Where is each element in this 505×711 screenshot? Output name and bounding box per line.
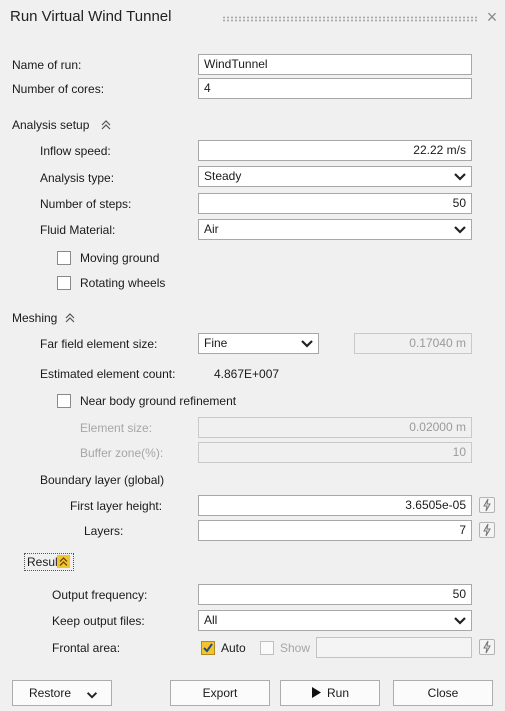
- fluid-material-select[interactable]: Air: [198, 219, 472, 240]
- lightning-icon[interactable]: [479, 497, 495, 513]
- run-name-label: Name of run:: [12, 58, 82, 72]
- boundary-layer-label: Boundary layer (global): [40, 473, 165, 487]
- layers-label: Layers:: [84, 524, 124, 538]
- far-field-value: Fine: [204, 336, 228, 350]
- fluid-material-label: Fluid Material:: [40, 223, 116, 237]
- first-layer-input[interactable]: 3.6505e-05: [198, 495, 472, 516]
- close-button[interactable]: Close: [393, 680, 493, 706]
- estimated-count-value: 4.867E+007: [214, 367, 280, 381]
- analysis-type-select[interactable]: Steady: [198, 166, 472, 187]
- auto-label: Auto: [221, 641, 246, 655]
- analysis-section-label: Analysis setup: [12, 118, 90, 132]
- collapse-up-icon[interactable]: [100, 119, 112, 131]
- cores-input[interactable]: 4: [198, 78, 472, 99]
- restore-button[interactable]: Restore: [12, 680, 112, 706]
- close-button-label: Close: [427, 686, 459, 700]
- run-button-label: Run: [326, 686, 349, 700]
- steps-input[interactable]: 50: [198, 193, 472, 214]
- run-button[interactable]: Run: [280, 680, 380, 706]
- keep-files-value: All: [204, 613, 218, 627]
- near-body-label: Near body ground refinement: [80, 394, 237, 408]
- export-button[interactable]: Export: [170, 680, 270, 706]
- element-size-label: Element size:: [80, 421, 153, 435]
- drag-grip[interactable]: [222, 16, 477, 22]
- far-field-select[interactable]: Fine: [198, 333, 319, 354]
- layers-input[interactable]: 7: [198, 520, 472, 541]
- lightning-icon[interactable]: [479, 639, 495, 655]
- estimated-count-label: Estimated element count:: [40, 367, 176, 381]
- output-frequency-input[interactable]: 50: [198, 584, 472, 605]
- collapse-up-icon[interactable]: [57, 555, 70, 568]
- buffer-zone-field: 10: [198, 442, 472, 463]
- close-icon[interactable]: ×: [482, 7, 502, 27]
- analysis-type-label: Analysis type:: [40, 171, 115, 185]
- dropdown-arrow-icon[interactable]: [452, 613, 468, 628]
- keep-files-select[interactable]: All: [198, 610, 472, 631]
- far-field-label: Far field element size:: [40, 337, 158, 351]
- steps-label: Number of steps:: [40, 197, 132, 211]
- rotating-wheels-checkbox[interactable]: [57, 276, 71, 290]
- cores-label: Number of cores:: [12, 82, 105, 96]
- dropdown-arrow-icon[interactable]: [452, 222, 468, 237]
- auto-checkbox[interactable]: [201, 641, 215, 655]
- meshing-section-label: Meshing: [12, 311, 58, 325]
- dropdown-arrow-icon: [85, 686, 99, 710]
- far-field-size-field: 0.17040 m: [354, 333, 472, 354]
- frontal-area-label: Frontal area:: [52, 641, 121, 655]
- play-icon: [311, 682, 321, 706]
- element-size-field: 0.02000 m: [198, 417, 472, 438]
- buffer-zone-label: Buffer zone(%):: [80, 446, 164, 460]
- dropdown-arrow-icon[interactable]: [299, 336, 315, 351]
- near-body-checkbox[interactable]: [57, 394, 71, 408]
- export-button-label: Export: [202, 686, 238, 700]
- frontal-area-field: [316, 637, 472, 658]
- show-label: Show: [280, 641, 311, 655]
- dropdown-arrow-icon[interactable]: [452, 169, 468, 184]
- analysis-type-value: Steady: [204, 169, 242, 183]
- moving-ground-label: Moving ground: [80, 251, 160, 265]
- run-name-input[interactable]: WindTunnel: [198, 54, 472, 75]
- collapse-up-icon[interactable]: [64, 312, 76, 324]
- rotating-wheels-label: Rotating wheels: [80, 276, 166, 290]
- window-title: Run Virtual Wind Tunnel: [10, 8, 172, 25]
- lightning-icon[interactable]: [479, 522, 495, 538]
- keep-files-label: Keep output files:: [52, 614, 145, 628]
- output-frequency-label: Output frequency:: [52, 588, 148, 602]
- fluid-material-value: Air: [204, 222, 219, 236]
- inflow-speed-input[interactable]: 22.22 m/s: [198, 140, 472, 161]
- inflow-speed-label: Inflow speed:: [40, 144, 111, 158]
- show-checkbox[interactable]: [260, 641, 274, 655]
- restore-button-label: Restore: [29, 686, 72, 700]
- first-layer-label: First layer height:: [70, 499, 163, 513]
- moving-ground-checkbox[interactable]: [57, 251, 71, 265]
